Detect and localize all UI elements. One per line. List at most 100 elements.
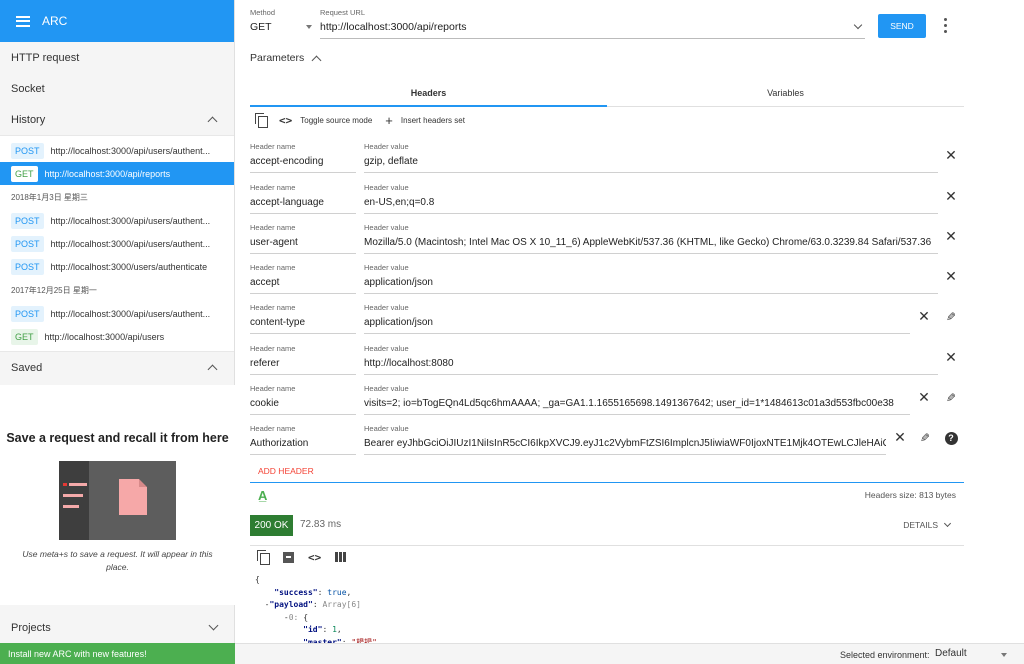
header-row: Header name cookie Header value visits=2; … (250, 381, 1020, 417)
remove-header-icon[interactable]: ✕ (944, 351, 958, 365)
history-section-header[interactable]: History (0, 104, 234, 135)
tab-headers[interactable]: Headers (250, 80, 607, 107)
header-name-field[interactable]: Header name referer (250, 341, 356, 375)
url-label: Request URL (320, 8, 366, 17)
header-value-field[interactable]: Header value gzip, deflate (364, 139, 938, 173)
edit-icon[interactable]: ✎ (944, 310, 958, 324)
history-list: POST http://localhost:3000/api/users/aut… (0, 135, 234, 352)
code-icon[interactable]: <> (308, 551, 321, 564)
copy-icon[interactable] (257, 550, 270, 565)
header-name-field[interactable]: Header name Authorization (250, 421, 356, 455)
divider (250, 482, 964, 483)
method-badge: GET (11, 165, 38, 182)
header-row: Header name content-type Header value appl… (250, 300, 1020, 336)
tab-variables[interactable]: Variables (607, 80, 964, 106)
parameters-toggle[interactable]: Parameters (250, 52, 322, 65)
details-button[interactable]: DETAILS (903, 519, 952, 530)
nav-http-request[interactable]: HTTP request (0, 42, 234, 73)
header-name-field[interactable]: Header name accept-encoding (250, 139, 356, 173)
header-value-label: Header value (364, 384, 409, 393)
method-badge: POST (11, 212, 44, 229)
header-name-field[interactable]: Header name cookie (250, 381, 356, 415)
sidebar: ARC HTTP request Socket History POST htt… (0, 0, 235, 664)
header-value-label: Header value (364, 303, 409, 312)
header-value-value: Bearer eyJhbGciOiJIUzI1NiIsInR5cCI6IkpXV… (364, 438, 886, 449)
history-url: http://localhost:3000/api/reports (44, 168, 171, 179)
header-name-value: accept-language (250, 197, 324, 208)
header-name-field[interactable]: Header name user-agent (250, 220, 356, 254)
header-value-value: application/json (364, 317, 433, 328)
json-value: 1 (332, 625, 337, 634)
history-item[interactable]: POST http://localhost:3000/users/authent… (0, 255, 234, 278)
add-header-button[interactable]: ADD HEADER (258, 466, 314, 476)
header-value-field[interactable]: Header value application/json (364, 300, 910, 334)
chevron-up-icon (311, 55, 322, 65)
headers-toolbar: <> Toggle source mode + Insert headers s… (255, 112, 478, 128)
history-item-active[interactable]: GET http://localhost:3000/api/reports (0, 162, 234, 185)
header-value-field[interactable]: Header value http://localhost:8080 (364, 341, 938, 375)
header-name-field[interactable]: Header name accept-language (250, 180, 356, 214)
header-value-field[interactable]: Header value visits=2; io=bTogEQn4Ld5qc6h… (364, 381, 910, 415)
json-brace: { (255, 575, 260, 584)
history-item[interactable]: POST http://localhost:3000/api/users/aut… (0, 139, 234, 162)
header-name-label: Header name (250, 263, 296, 272)
header-name-field[interactable]: Header name content-type (250, 300, 356, 334)
header-value-field[interactable]: Header value Mozilla/5.0 (Macintosh; Inte… (364, 220, 938, 254)
header-value-value: en-US,en;q=0.8 (364, 197, 435, 208)
copy-icon[interactable] (255, 113, 268, 128)
chevron-up-icon[interactable] (207, 116, 218, 127)
history-item[interactable]: GET http://localhost:3000/api/users (0, 325, 234, 348)
header-name-field[interactable]: Header name accept (250, 260, 356, 294)
history-item[interactable]: POST http://localhost:3000/api/users/aut… (0, 232, 234, 255)
more-vert-icon[interactable] (942, 16, 948, 34)
toggle-source-button[interactable]: <> Toggle source mode (279, 114, 372, 127)
history-url: http://localhost:3000/api/users/authent.… (50, 308, 211, 319)
edit-icon[interactable]: ✎ (918, 431, 932, 445)
remove-header-icon[interactable]: ✕ (944, 270, 958, 284)
chevron-up-icon[interactable] (207, 364, 218, 375)
environment-select[interactable]: Default (935, 648, 967, 659)
details-label: DETAILS (903, 520, 938, 530)
menu-icon[interactable] (16, 15, 30, 27)
saved-section-header[interactable]: Saved (0, 352, 234, 383)
header-row: Header name accept-language Header value e… (250, 180, 1020, 216)
update-banner[interactable]: Install new ARC with new features! (0, 643, 235, 664)
remove-header-icon[interactable]: ✕ (917, 310, 931, 324)
remove-header-icon[interactable]: ✕ (944, 149, 958, 163)
remove-header-icon[interactable]: ✕ (944, 230, 958, 244)
saved-label: Saved (11, 361, 43, 374)
json-key: "success" (274, 587, 318, 597)
history-item[interactable]: POST http://localhost:3000/api/users/aut… (0, 209, 234, 232)
header-value-field[interactable]: Header value en-US,en;q=0.8 (364, 180, 938, 214)
remove-header-icon[interactable]: ✕ (917, 391, 931, 405)
chevron-down-icon (943, 519, 952, 528)
header-value-field[interactable]: Header value Bearer eyJhbGciOiJIUzI1NiIsI… (364, 421, 886, 455)
save-icon[interactable] (283, 551, 294, 563)
insert-headers-set-button[interactable]: + Insert headers set (385, 113, 465, 128)
dropdown-arrow-icon (306, 25, 312, 29)
help-icon[interactable]: ? (944, 431, 958, 445)
header-name-value: accept (250, 277, 280, 288)
nav-socket[interactable]: Socket (0, 73, 234, 104)
saved-empty-hint: Use meta+s to save a request. It will ap… (22, 549, 213, 572)
header-name-value: content-type (250, 317, 306, 328)
edit-icon[interactable]: ✎ (944, 391, 958, 405)
header-name-label: Header name (250, 223, 296, 232)
projects-section-header[interactable]: Projects (0, 612, 235, 643)
remove-header-icon[interactable]: ✕ (893, 431, 907, 445)
toggle-source-label: Toggle source mode (300, 115, 373, 125)
chevron-down-icon[interactable] (853, 20, 863, 30)
header-value-field[interactable]: Header value application/json (364, 260, 938, 294)
columns-icon[interactable] (335, 552, 347, 562)
history-item[interactable]: POST http://localhost:3000/api/users/aut… (0, 302, 234, 325)
method-select[interactable]: Method GET (250, 8, 312, 33)
header-value-label: Header value (364, 344, 409, 353)
send-button[interactable]: SEND (878, 14, 926, 38)
dropdown-arrow-icon[interactable] (1001, 653, 1007, 657)
history-label: History (11, 113, 46, 126)
url-input[interactable]: Request URL http://localhost:3000/api/re… (320, 8, 865, 39)
remove-header-icon[interactable]: ✕ (944, 190, 958, 204)
saved-illustration-icon (59, 461, 176, 540)
chevron-down-icon[interactable] (208, 620, 219, 631)
environment-label: Selected environment: (840, 650, 930, 660)
